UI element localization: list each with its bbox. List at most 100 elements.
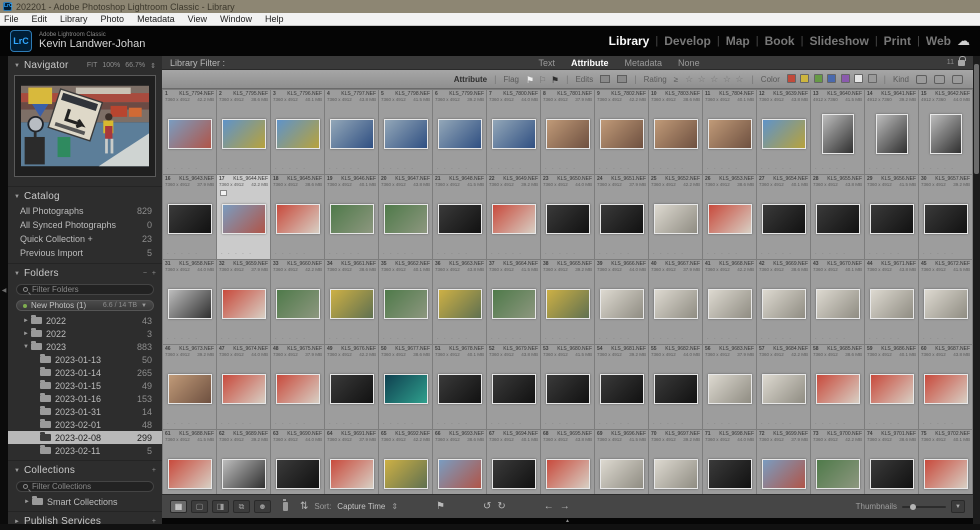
photo-thumbnail[interactable] — [329, 119, 374, 149]
add-folder-button[interactable]: + — [152, 270, 156, 277]
rating-dots[interactable]: · · · · · — [541, 336, 594, 344]
photo-thumbnail[interactable] — [653, 374, 698, 404]
grid-cell-KLS_9685.NEF[interactable]: 58 KLS_9685.NEF 7360 x 4912 38.6 MB · · · … — [811, 345, 864, 429]
thumbnail-size-slider[interactable] — [902, 503, 946, 510]
rating-dots[interactable]: · · · · · — [703, 336, 756, 344]
kind-virtual-copies-icon[interactable] — [934, 74, 945, 84]
rating-dots[interactable]: · · · · · — [487, 166, 540, 174]
photo-thumbnail[interactable] — [491, 374, 536, 404]
grid-cell-KLS_9667.NEF[interactable]: 40 KLS_9667.NEF 7360 x 4912 37.9 MB · · · … — [649, 260, 702, 344]
grid-cell-KLS_9671.NEF[interactable]: 44 KLS_9671.NEF 7360 x 4912 43.8 MB · · · … — [865, 260, 918, 344]
rating-dots[interactable]: · · · · · — [379, 336, 432, 344]
menu-photo[interactable]: Photo — [101, 14, 125, 24]
photo-thumbnail[interactable] — [491, 204, 536, 234]
grid-cell-KLS_9679.NEF[interactable]: 52 KLS_9679.NEF 7360 x 4912 43.8 MB · · · … — [487, 345, 540, 429]
flag-filter-icon-0[interactable]: ⚑ — [526, 75, 534, 85]
sort-direction-icon[interactable]: ⇅ — [300, 501, 308, 512]
rating-dots[interactable]: · · · · · — [433, 251, 486, 259]
rating-dots[interactable]: · · · · · — [595, 336, 648, 344]
photo-thumbnail[interactable] — [167, 289, 212, 319]
photo-thumbnail[interactable] — [221, 374, 266, 404]
catalog-item[interactable]: Quick Collection +23 — [8, 232, 162, 246]
grid-cell-KLS_9661.NEF[interactable]: 34 KLS_9661.NEF 7360 x 4912 38.6 MB · · · … — [325, 260, 378, 344]
grid-cell-KLS_9698.NEF[interactable]: 71KLS_9698.NEF 7360 x 491244.0 MB · · · … — [703, 430, 756, 494]
zoom-fit-button[interactable]: FIT — [87, 62, 98, 69]
photo-thumbnail[interactable] — [275, 119, 320, 149]
grid-cell-KLS_7802.NEF[interactable]: 9 KLS_7802.NEF 7360 x 4912 42.2 MB · · · ·… — [595, 90, 648, 174]
disclosure-triangle-icon[interactable]: ► — [22, 499, 32, 505]
module-tab-map[interactable]: Map — [726, 34, 750, 48]
rating-operator[interactable]: ≥ — [674, 75, 678, 84]
filter-folders-input[interactable]: Filter Folders — [16, 284, 154, 295]
photo-thumbnail[interactable] — [923, 459, 968, 489]
grid-cell-KLS_9695.NEF[interactable]: 68KLS_9695.NEF 7360 x 491243.8 MB · · · … — [541, 430, 594, 494]
navigator-preview[interactable] — [14, 75, 156, 177]
folder-row-2022[interactable]: ► 2022 3 — [8, 327, 162, 340]
rating-dots[interactable]: · · · · · — [325, 421, 378, 429]
photo-thumbnail[interactable] — [815, 374, 860, 404]
rating-dots[interactable]: · · · · · — [217, 421, 270, 429]
grid-cell-KLS_9684.NEF[interactable]: 57 KLS_9684.NEF 7360 x 4912 42.2 MB · · · … — [757, 345, 810, 429]
folder-row-2023-01-14[interactable]: 2023-01-14 265 — [8, 366, 162, 379]
rating-dots[interactable]: · · · · · — [163, 251, 216, 259]
grid-cell-KLS_9651.NEF[interactable]: 24 KLS_9651.NEF 7360 x 4912 37.9 MB · · · … — [595, 175, 648, 259]
rating-dots[interactable]: · · · · · — [271, 336, 324, 344]
rating-dots[interactable]: · · · · · — [433, 166, 486, 174]
edited-photos-filter-icon[interactable] — [600, 75, 611, 83]
grid-cell-KLS_9658.NEF[interactable]: 31 KLS_9658.NEF 7360 x 4912 44.0 MB · · · … — [163, 260, 216, 344]
color-label-swatch-5[interactable] — [854, 74, 864, 83]
rating-dots[interactable]: · · · · · — [163, 336, 216, 344]
grid-cell-KLS_7804.NEF[interactable]: 11 KLS_7804.NEF 7360 x 4912 40.1 MB · · · … — [703, 90, 756, 174]
menu-view[interactable]: View — [188, 14, 207, 24]
volume-browser[interactable]: New Photos (1) 6.6 / 14 TB ▼ — [16, 300, 154, 311]
navigator-header[interactable]: ▼ Navigator FIT 100% 66.7% ⇕ — [8, 56, 162, 73]
grid-cell-KLS_9682.NEF[interactable]: 55 KLS_9682.NEF 7360 x 4912 44.0 MB · · · … — [649, 345, 702, 429]
grid-cell-KLS_7803.NEF[interactable]: 10 KLS_7803.NEF 7360 x 4912 38.6 MB · · · … — [649, 90, 702, 174]
filter-tab-attribute[interactable]: Attribute — [571, 58, 609, 68]
photo-thumbnail[interactable] — [599, 204, 644, 234]
photo-thumbnail[interactable] — [383, 289, 428, 319]
rating-dots[interactable]: · · · · · — [271, 166, 324, 174]
photo-thumbnail[interactable] — [167, 374, 212, 404]
menu-file[interactable]: File — [4, 14, 19, 24]
cloud-sync-icon[interactable]: ☁ — [957, 33, 970, 49]
menu-edit[interactable]: Edit — [32, 14, 48, 24]
menu-metadata[interactable]: Metadata — [137, 14, 175, 24]
rating-dots[interactable]: · · · · · — [379, 251, 432, 259]
previous-photo-icon[interactable]: ← — [544, 501, 554, 512]
compare-view-icon[interactable]: ◨ — [212, 500, 229, 513]
rating-dots[interactable]: · · · · · — [325, 166, 378, 174]
photo-thumbnail[interactable] — [437, 459, 482, 489]
photo-thumbnail[interactable] — [329, 374, 374, 404]
filter-lock-icon[interactable] — [958, 55, 966, 66]
photo-thumbnail[interactable] — [167, 204, 212, 234]
grid-cell-KLS_9647.NEF[interactable]: 20 KLS_9647.NEF 7360 x 4912 43.8 MB · · · … — [379, 175, 432, 259]
rating-dots[interactable]: · · · · · — [595, 421, 648, 429]
color-label-swatch-4[interactable] — [840, 74, 850, 83]
grid-cell-KLS_9676.NEF[interactable]: 49 KLS_9676.NEF 7360 x 4912 42.2 MB · · · … — [325, 345, 378, 429]
folder-row-2023-01-15[interactable]: 2023-01-15 49 — [8, 379, 162, 392]
grid-cell-KLS_7794.NEF[interactable]: 1 KLS_7794.NEF 7360 x 4912 42.2 MB · · · ·… — [163, 90, 216, 174]
disclosure-triangle-icon[interactable]: ► — [21, 318, 31, 324]
module-tab-develop[interactable]: Develop — [664, 34, 711, 48]
module-tab-book[interactable]: Book — [765, 34, 795, 48]
rating-dots[interactable]: · · · · · — [595, 251, 648, 259]
rating-dots[interactable]: · · · · · — [487, 251, 540, 259]
grid-cell-KLS_9701.NEF[interactable]: 74KLS_9701.NEF 7360 x 491238.6 MB · · · … — [865, 430, 918, 494]
flag-filter-icon-1[interactable]: ⚐ — [539, 75, 547, 85]
volume-caret-icon[interactable]: ▼ — [141, 303, 147, 309]
photo-thumbnail[interactable] — [275, 459, 320, 489]
grid-cell-KLS_9692.NEF[interactable]: 65KLS_9692.NEF 7360 x 491242.2 MB · · · … — [379, 430, 432, 494]
photo-thumbnail[interactable] — [491, 119, 536, 149]
disclosure-triangle-icon[interactable]: ▼ — [14, 63, 20, 69]
grid-cell-KLS_9694.NEF[interactable]: 67KLS_9694.NEF 7360 x 491240.1 MB · · · … — [487, 430, 540, 494]
photo-thumbnail[interactable] — [383, 459, 428, 489]
flag-toggle-icon[interactable]: ⚑ — [436, 501, 445, 512]
catalog-item[interactable]: Previous Import 5 — [8, 246, 162, 260]
toolbar-options-dropdown[interactable]: ▼ — [951, 500, 965, 513]
grid-cell-KLS_9688.NEF[interactable]: 61KLS_9688.NEF 7360 x 491241.5 MB · · · … — [163, 430, 216, 494]
rating-dots[interactable]: · · · · · — [271, 421, 324, 429]
photo-thumbnail[interactable] — [875, 114, 908, 154]
rotate-left-icon[interactable]: ↺ — [483, 501, 491, 512]
photo-thumbnail[interactable] — [821, 114, 854, 154]
